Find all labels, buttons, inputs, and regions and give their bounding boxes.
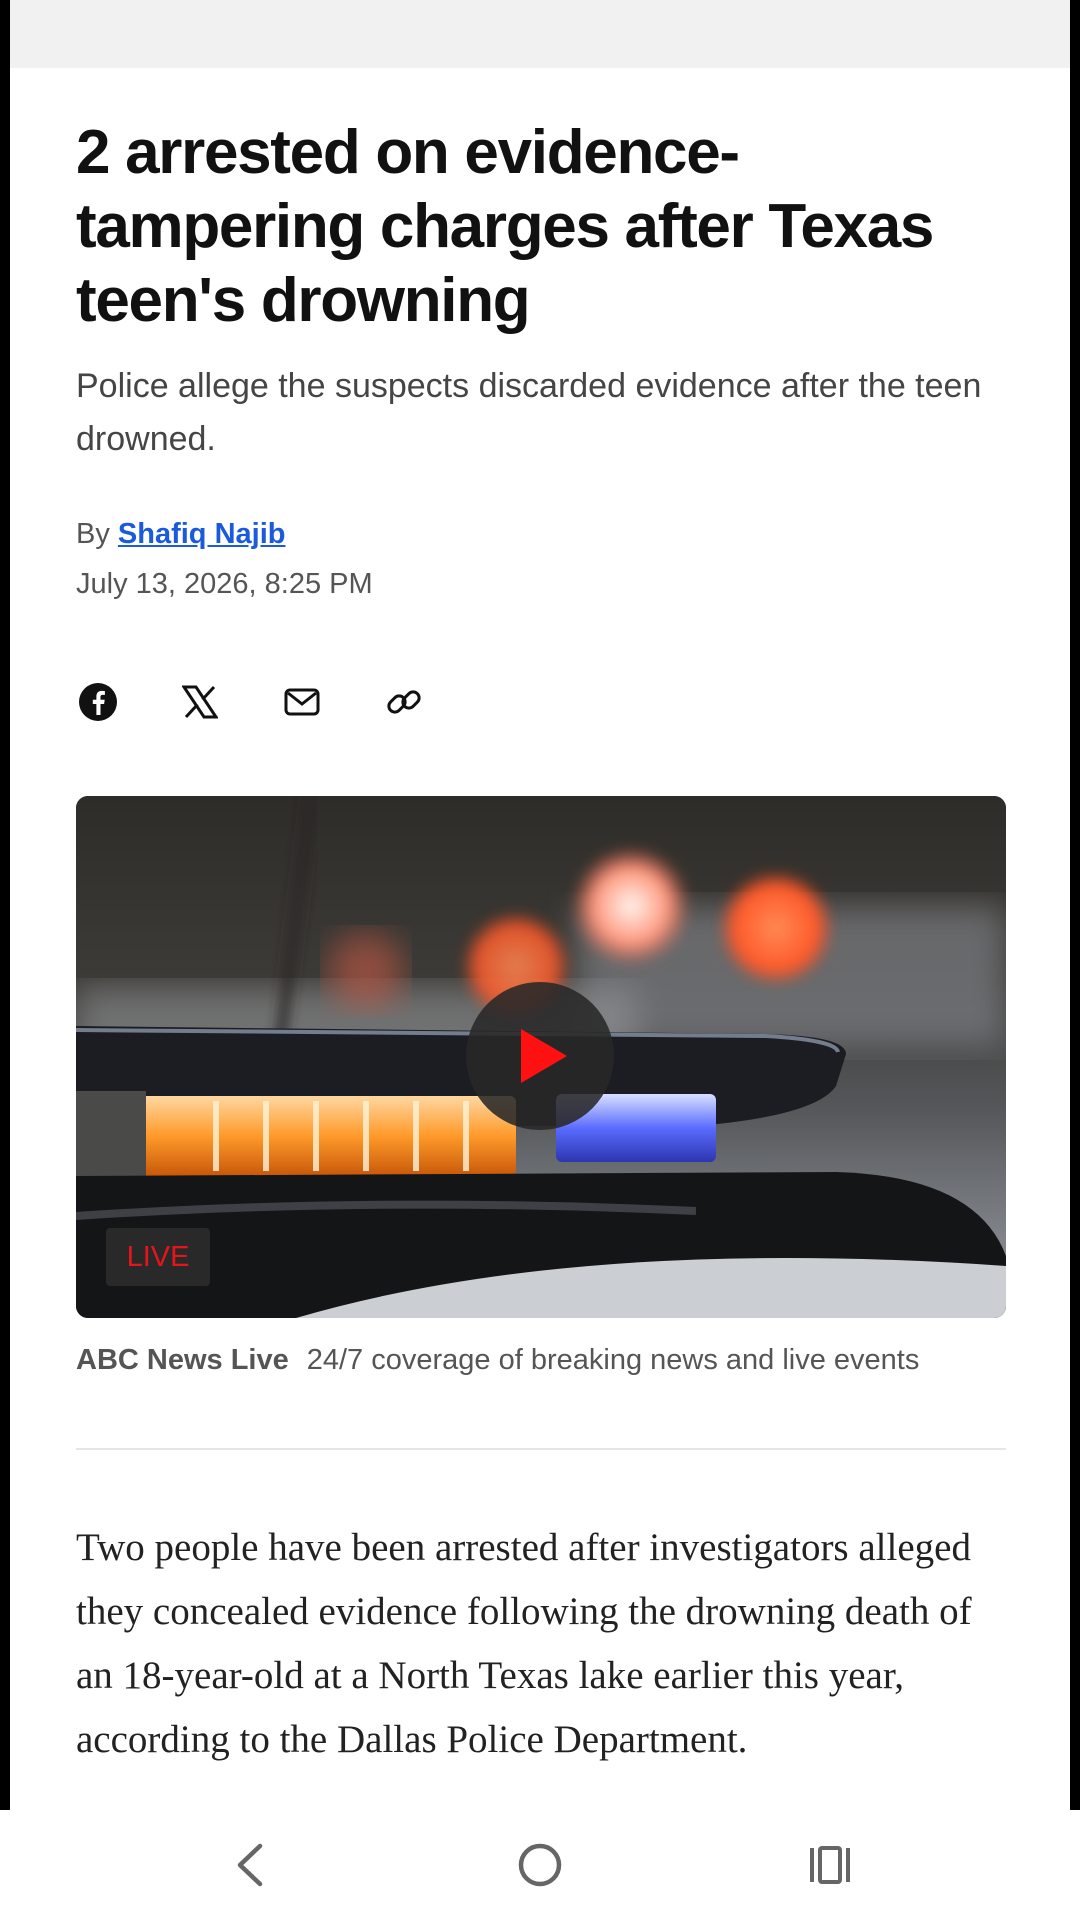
browser-top-bar [10,0,1070,68]
article-page[interactable]: 2 arrested on evidence-tampering charges… [10,68,1070,1810]
phone-screen: 2 arrested on evidence-tampering charges… [0,0,1080,1920]
facebook-icon[interactable] [76,680,120,724]
video-caption: ABC News Live 24/7 coverage of breaking n… [76,1344,919,1377]
video-player[interactable]: LIVE [76,796,1006,1318]
byline: By Shafiq Najib [76,518,285,551]
author-link[interactable]: Shafiq Najib [118,518,286,550]
article-body-paragraph: Two people have been arrested after inve… [76,1526,972,1761]
article-headline: 2 arrested on evidence-tampering charges… [76,118,934,335]
recents-icon[interactable] [790,1830,870,1900]
live-badge: LIVE [106,1228,210,1286]
publish-timestamp: July 13, 2026, 8:25 PM [76,568,373,600]
play-icon [521,1029,567,1083]
video-caption-text: 24/7 coverage of breaking news and live … [306,1344,920,1376]
byline-prefix: By [76,518,110,550]
article-subheadline: Police allege the suspects discarded evi… [76,367,982,458]
system-nav-bar [0,1810,1080,1920]
video-caption-source: ABC News Live [76,1344,289,1376]
mail-icon[interactable] [280,680,324,724]
link-icon[interactable] [382,680,426,724]
home-icon[interactable] [500,1830,580,1900]
divider [76,1448,1006,1450]
back-icon[interactable] [210,1830,290,1900]
play-button[interactable] [466,982,614,1130]
x-icon[interactable] [178,680,222,724]
